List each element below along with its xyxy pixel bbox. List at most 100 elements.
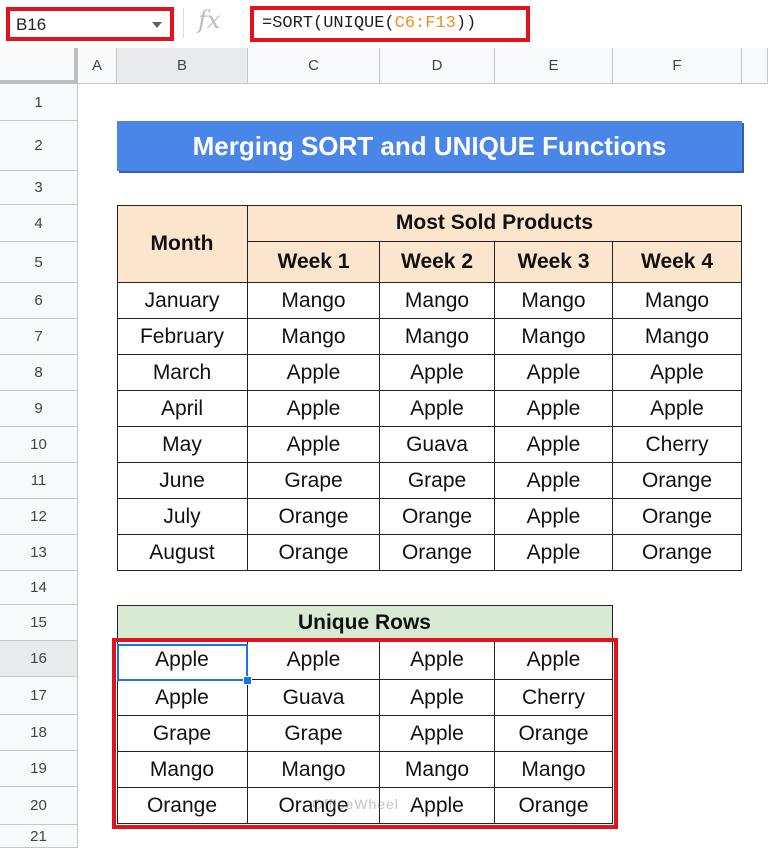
month-cell[interactable]: March [117,355,248,391]
product-cell[interactable]: Orange [380,499,495,535]
row-header-19[interactable]: 19 [0,751,78,787]
unique-cell[interactable]: Apple [380,680,495,716]
month-cell[interactable]: June [117,463,248,499]
product-cell[interactable]: Mango [380,283,495,319]
unique-cell[interactable]: Mango [117,752,248,788]
unique-cell[interactable]: Apple [117,680,248,716]
row-header-8[interactable]: 8 [0,355,78,391]
name-box[interactable]: B16 [6,7,174,41]
unique-cell[interactable]: Mango [380,752,495,788]
product-cell[interactable]: Mango [248,283,380,319]
row-header-3[interactable]: 3 [0,171,78,205]
row-header-10[interactable]: 10 [0,427,78,463]
unique-cell[interactable]: Orange [495,788,613,824]
product-cell[interactable]: Orange [613,499,742,535]
row-header-12[interactable]: 12 [0,499,78,535]
month-header[interactable]: Month [117,205,248,283]
column-header-next[interactable] [742,48,768,84]
month-cell[interactable]: July [117,499,248,535]
row-header-20[interactable]: 20 [0,787,78,825]
unique-cell[interactable]: Orange [117,788,248,824]
month-cell[interactable]: August [117,535,248,571]
column-header-f[interactable]: F [613,48,742,84]
product-cell[interactable]: Mango [495,283,613,319]
row-header-7[interactable]: 7 [0,319,78,355]
column-header-c[interactable]: C [248,48,380,84]
unique-cell[interactable]: Mango [248,752,380,788]
product-cell[interactable]: Orange [248,535,380,571]
month-cell[interactable]: April [117,391,248,427]
row-header-6[interactable]: 6 [0,283,78,319]
product-cell[interactable]: Apple [248,355,380,391]
unique-cell[interactable]: Apple [495,641,613,680]
product-cell[interactable]: Apple [495,355,613,391]
unique-cell[interactable]: Grape [117,716,248,752]
product-cell[interactable]: Apple [380,355,495,391]
product-cell[interactable]: Orange [613,535,742,571]
unique-rows-header[interactable]: Unique Rows [117,605,613,641]
product-cell[interactable]: Grape [248,463,380,499]
row-header-13[interactable]: 13 [0,535,78,571]
formula-input[interactable]: =SORT(UNIQUE(C6:F13)) [250,6,530,42]
watermark: OfficeWheel [312,796,399,812]
week-header[interactable]: Week 1 [248,242,380,283]
product-cell[interactable]: Apple [380,391,495,427]
unique-cell[interactable]: Apple [380,716,495,752]
unique-cell[interactable]: Cherry [495,680,613,716]
unique-cell[interactable]: Apple [380,641,495,680]
row-header-11[interactable]: 11 [0,463,78,499]
row-header-15[interactable]: 15 [0,605,78,641]
product-cell[interactable]: Grape [380,463,495,499]
row-header-21[interactable]: 21 [0,825,78,848]
product-cell[interactable]: Mango [613,319,742,355]
product-cell[interactable]: Apple [248,427,380,463]
product-cell[interactable]: Apple [248,391,380,427]
fill-handle[interactable] [243,676,252,685]
column-header-a[interactable]: A [78,48,117,84]
unique-cell[interactable]: Grape [248,716,380,752]
column-header-b[interactable]: B [117,48,248,84]
product-cell[interactable]: Apple [495,463,613,499]
week-header[interactable]: Week 2 [380,242,495,283]
column-header-d[interactable]: D [380,48,495,84]
most-sold-header[interactable]: Most Sold Products [248,205,742,242]
unique-cell[interactable]: Orange [495,716,613,752]
unique-cell[interactable]: Mango [495,752,613,788]
unique-cell[interactable]: Guava [248,680,380,716]
month-cell[interactable]: February [117,319,248,355]
product-cell[interactable]: Mango [495,319,613,355]
product-cell[interactable]: Orange [613,463,742,499]
row-header-2[interactable]: 2 [0,121,78,171]
product-cell[interactable]: Apple [495,535,613,571]
select-all-corner[interactable] [0,48,78,84]
row-header-9[interactable]: 9 [0,391,78,427]
product-cell[interactable]: Apple [613,391,742,427]
divider [183,8,184,38]
row-header-5[interactable]: 5 [0,242,78,283]
product-cell[interactable]: Mango [248,319,380,355]
product-cell[interactable]: Cherry [613,427,742,463]
row-header-1[interactable]: 1 [0,84,78,121]
week-header[interactable]: Week 3 [495,242,613,283]
unique-cell[interactable]: Apple [248,641,380,680]
column-header-e[interactable]: E [495,48,613,84]
product-cell[interactable]: Mango [380,319,495,355]
month-cell[interactable]: January [117,283,248,319]
row-header-14[interactable]: 14 [0,571,78,605]
product-cell[interactable]: Apple [613,355,742,391]
month-cell[interactable]: May [117,427,248,463]
product-cell[interactable]: Orange [380,535,495,571]
product-cell[interactable]: Apple [495,391,613,427]
week-header[interactable]: Week 4 [613,242,742,283]
product-cell[interactable]: Mango [613,283,742,319]
chevron-down-icon[interactable] [152,22,162,28]
product-cell[interactable]: Orange [248,499,380,535]
product-cell[interactable]: Apple [495,427,613,463]
row-header-17[interactable]: 17 [0,677,78,715]
product-cell[interactable]: Apple [495,499,613,535]
row-header-16[interactable]: 16 [0,641,78,677]
row-header-18[interactable]: 18 [0,715,78,751]
product-cell[interactable]: Guava [380,427,495,463]
unique-cell[interactable]: Apple [117,641,248,680]
row-header-4[interactable]: 4 [0,205,78,242]
